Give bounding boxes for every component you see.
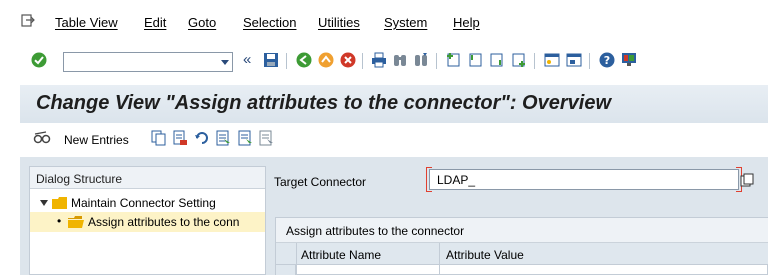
column-header-attribute-name[interactable]: Attribute Name — [301, 248, 381, 262]
title-bar: Change View "Assign attributes to the co… — [20, 85, 768, 123]
table-title: Assign attributes to the connector — [286, 224, 465, 238]
new-entries-button[interactable]: New Entries — [64, 133, 129, 147]
application-toolbar — [20, 123, 768, 157]
copy-field-icon[interactable] — [740, 173, 754, 187]
column-divider — [296, 243, 297, 275]
menu-arrow-icon[interactable] — [21, 14, 35, 28]
find-next-icon[interactable] — [412, 51, 430, 69]
save-icon[interactable] — [262, 51, 280, 69]
first-page-icon[interactable] — [444, 51, 462, 69]
last-page-icon[interactable] — [510, 51, 528, 69]
glasses-display-change-icon[interactable] — [33, 129, 51, 147]
table-header-row: Attribute Name Attribute Value — [276, 243, 768, 265]
menu-utilities[interactable]: Utilities — [318, 15, 360, 30]
dialog-structure-panel: Dialog Structure Maintain Connector Sett… — [29, 166, 266, 275]
command-input[interactable] — [64, 53, 216, 71]
tree-node-assign-attributes[interactable]: • Assign attributes to the conn — [30, 212, 265, 232]
attributes-table: Assign attributes to the connector Attri… — [275, 217, 768, 275]
svg-text:?: ? — [604, 54, 610, 67]
dialog-structure-title: Dialog Structure — [36, 172, 123, 186]
column-header-attribute-value[interactable]: Attribute Value — [446, 248, 524, 262]
menu-table-view[interactable]: Table View — [55, 15, 118, 30]
back-icon[interactable] — [295, 51, 313, 69]
print-icon[interactable] — [370, 51, 388, 69]
tree-label-assign-attributes: Assign attributes to the conn — [88, 215, 240, 229]
tree-node-maintain-connector[interactable]: Maintain Connector Setting — [30, 193, 265, 213]
help-icon[interactable]: ? — [598, 51, 616, 69]
target-connector-value: LDAP_ — [437, 173, 476, 187]
create-session-icon[interactable] — [543, 51, 561, 69]
select-all-icon[interactable] — [214, 129, 232, 147]
enter-check-icon[interactable] — [30, 51, 48, 69]
undo-change-icon[interactable] — [193, 129, 211, 147]
shortcut-icon[interactable] — [565, 51, 583, 69]
command-field[interactable] — [63, 52, 233, 72]
menu-help[interactable]: Help — [453, 15, 480, 30]
deselect-all-icon[interactable] — [257, 129, 275, 147]
target-connector-field[interactable]: LDAP_ — [429, 169, 739, 190]
delete-icon[interactable] — [171, 129, 189, 147]
copy-icon[interactable] — [150, 129, 168, 147]
menu-edit[interactable]: Edit — [144, 15, 166, 30]
page-title: Change View "Assign attributes to the co… — [36, 92, 611, 114]
dialog-structure-header: Dialog Structure — [30, 167, 265, 189]
table-title-bar: Assign attributes to the connector — [276, 218, 768, 243]
expand-arrow-icon[interactable] — [40, 199, 48, 207]
exit-icon[interactable] — [317, 51, 335, 69]
tree-bullet-icon: • — [57, 214, 62, 228]
folder-icon — [52, 197, 67, 209]
next-page-icon[interactable] — [488, 51, 506, 69]
target-connector-label: Target Connector — [274, 175, 367, 189]
dropdown-arrow-icon[interactable] — [220, 57, 230, 67]
menu-system[interactable]: System — [384, 15, 427, 30]
previous-page-icon[interactable] — [466, 51, 484, 69]
menu-bar: Table View Edit Goto Selection Utilities… — [0, 0, 768, 44]
customize-layout-icon[interactable] — [620, 51, 638, 69]
cancel-icon[interactable] — [339, 51, 357, 69]
find-icon[interactable] — [391, 51, 409, 69]
select-block-icon[interactable] — [236, 129, 254, 147]
row-selector[interactable] — [276, 265, 296, 275]
column-divider — [439, 243, 440, 275]
standard-toolbar: « ? — [0, 44, 768, 76]
menu-goto[interactable]: Goto — [188, 15, 216, 30]
menu-selection[interactable]: Selection — [243, 15, 296, 30]
tree-label-maintain-connector: Maintain Connector Setting — [71, 196, 216, 210]
open-folder-icon — [68, 216, 84, 228]
back-arrows-icon[interactable]: « — [243, 51, 251, 68]
